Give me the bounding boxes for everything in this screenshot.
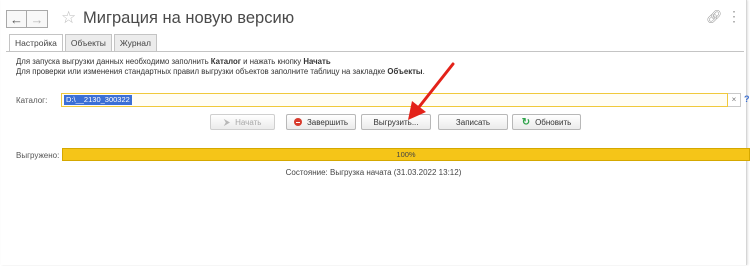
more-icon[interactable]: ⋮: [727, 8, 741, 25]
arrow-right-icon: →: [30, 11, 44, 27]
arrow-left-icon: ←: [10, 11, 23, 27]
start-button-label: Начать: [235, 117, 262, 127]
progress-text: 100%: [396, 150, 416, 159]
link-icon[interactable]: 🔗︎: [706, 9, 723, 25]
finish-button-label: Завершить: [306, 117, 349, 127]
progress-bar: 100%: [62, 148, 750, 161]
tab-bar: Настройка Объекты Журнал: [9, 34, 159, 52]
help-icon[interactable]: ?: [744, 94, 750, 104]
forward-button[interactable]: →: [27, 10, 48, 28]
back-button[interactable]: ←: [6, 10, 27, 28]
clear-button[interactable]: ×: [728, 93, 741, 107]
tab-settings[interactable]: Настройка: [9, 34, 63, 52]
window-title: Миграция на новую версию: [83, 9, 295, 27]
catalog-input[interactable]: D:\__2130_300322: [61, 93, 728, 107]
progress-label: Выгружено:: [16, 151, 60, 160]
tab-log[interactable]: Журнал: [113, 34, 157, 51]
start-button[interactable]: ⮞ Начать: [210, 114, 275, 130]
refresh-button-label: Обновить: [535, 117, 572, 127]
finish-button[interactable]: Завершить: [286, 114, 356, 130]
catalog-value: D:\__2130_300322: [64, 95, 132, 105]
tab-objects[interactable]: Объекты: [64, 34, 112, 51]
navigation-buttons: ← →: [6, 10, 48, 28]
info-line-1: Для запуска выгрузки данных необходимо з…: [16, 57, 331, 66]
save-button-label: Записать: [455, 117, 491, 127]
refresh-icon: ↻: [521, 116, 531, 128]
info-line-2: Для проверки или изменения стандартных п…: [16, 67, 425, 76]
play-icon: ⮞: [223, 116, 231, 127]
save-button[interactable]: Записать: [438, 114, 508, 130]
export-button[interactable]: Выгрузить...: [361, 114, 431, 130]
catalog-label: Каталог:: [16, 96, 48, 105]
refresh-button[interactable]: ↻ Обновить: [512, 114, 581, 130]
status-text: Состояние: Выгрузка начата (31.03.2022 1…: [285, 168, 462, 177]
star-icon[interactable]: ☆: [61, 8, 76, 28]
export-button-label: Выгрузить...: [373, 117, 419, 127]
stop-icon: [293, 118, 302, 126]
migration-window: ← → ☆ Миграция на новую версию 🔗︎ ⋮ Наст…: [1, 0, 750, 265]
tab-divider: [6, 51, 744, 52]
